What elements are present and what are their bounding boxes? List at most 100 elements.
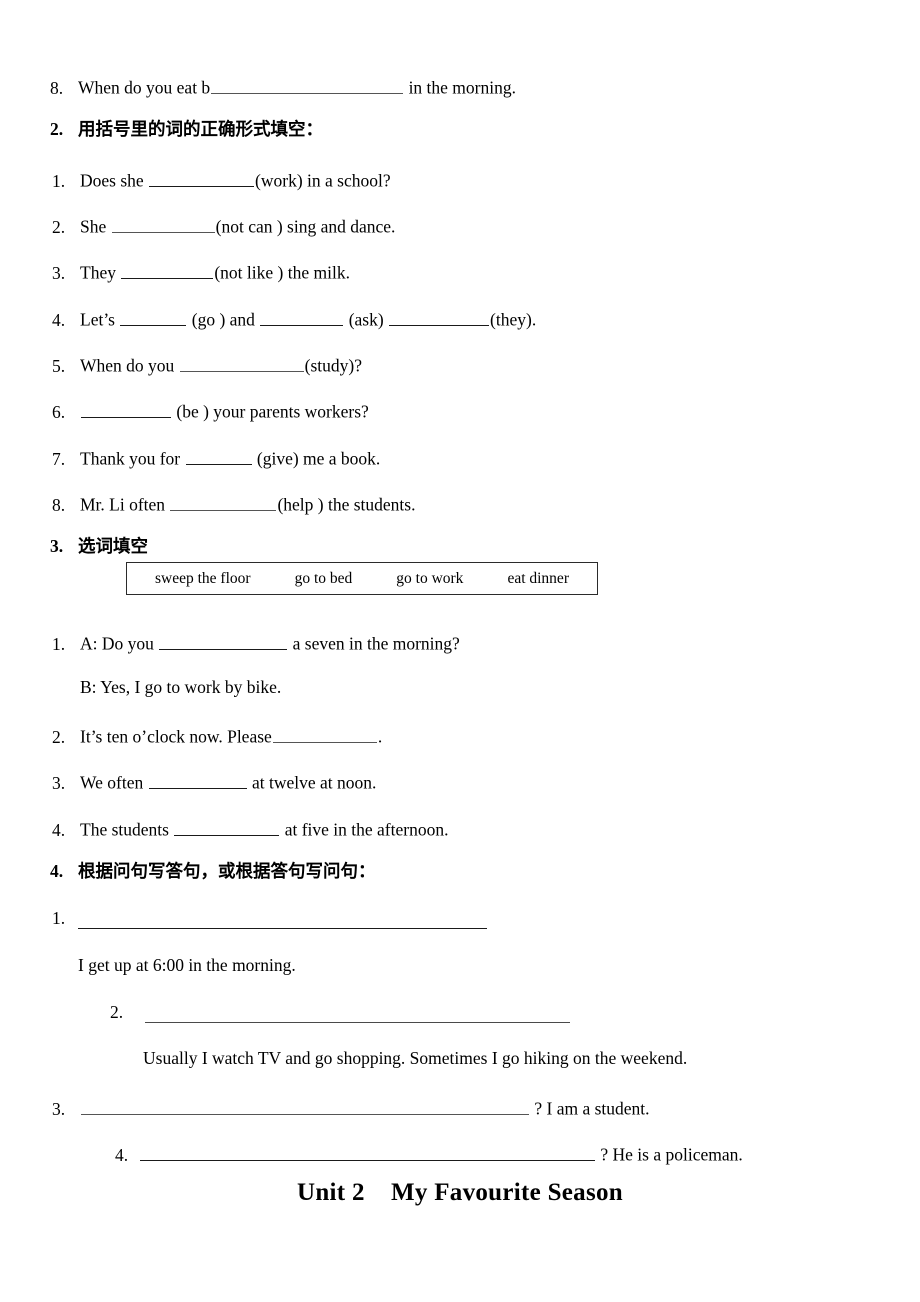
item-number: 4. bbox=[52, 309, 66, 330]
answer-blank[interactable] bbox=[111, 215, 215, 233]
item-text-after: (help ) the students. bbox=[277, 494, 416, 515]
item-text-before: Mr. Li often bbox=[80, 494, 166, 515]
item-text-before: When do you eat b bbox=[78, 77, 211, 98]
item-text-before: A: Do you bbox=[80, 633, 154, 654]
item-text-after: (study)? bbox=[304, 355, 363, 376]
list-item: 3. We often at twelve at noon. bbox=[52, 771, 376, 792]
list-item: 2. It’s ten o’clock now. Please. bbox=[52, 725, 382, 746]
item-text-after: (not can ) sing and dance. bbox=[215, 216, 396, 237]
list-item: 8. Mr. Li often (help ) the students. bbox=[52, 493, 415, 514]
item-number: 3. bbox=[52, 772, 66, 793]
section-title: 根据问句写答句，或根据答句写问句： bbox=[78, 861, 376, 881]
item-text-before: They bbox=[80, 262, 116, 283]
item-text-after: . bbox=[377, 726, 383, 747]
section-number: 2. bbox=[50, 119, 64, 139]
list-item: 1. Does she (work) in a school? bbox=[52, 169, 391, 190]
list-item: 2. She (not can ) sing and dance. bbox=[52, 215, 395, 236]
item-number: 3. bbox=[52, 1098, 66, 1119]
item-text-mid1: (go ) and bbox=[191, 309, 255, 330]
item-text-after: a seven in the morning? bbox=[292, 633, 460, 654]
item-number: 1. bbox=[52, 633, 66, 654]
item-text-before: Let’s bbox=[80, 309, 115, 330]
item-number: 8. bbox=[50, 77, 64, 98]
followup-text: B: Yes, I go to work by bike. bbox=[80, 677, 282, 697]
item-number: 2. bbox=[52, 216, 66, 237]
item-text-after: ? He is a policeman. bbox=[600, 1144, 743, 1165]
answer-rule[interactable] bbox=[145, 1022, 570, 1023]
answer-blank[interactable] bbox=[211, 76, 404, 94]
answer-blank[interactable] bbox=[272, 725, 377, 743]
answer-blank[interactable] bbox=[389, 308, 490, 326]
item-number: 2. bbox=[110, 1002, 124, 1022]
answer-blank[interactable] bbox=[260, 308, 344, 326]
word-bank-option[interactable]: sweep the floor bbox=[155, 570, 251, 588]
item-number: 1. bbox=[52, 170, 66, 191]
item-text-before: Does she bbox=[80, 170, 144, 191]
answer-blank[interactable] bbox=[140, 1143, 595, 1161]
answer-sentence: I get up at 6:00 in the morning. bbox=[78, 955, 296, 975]
item-text-after: (give) me a book. bbox=[256, 448, 381, 469]
list-item: 4. Let’s (go ) and (ask) (they). bbox=[52, 308, 536, 329]
list-item: 1. bbox=[52, 908, 80, 928]
answer-blank[interactable] bbox=[185, 447, 252, 465]
item-text-before: When do you bbox=[80, 355, 175, 376]
section-heading-4: 4. 根据问句写答句，或根据答句写问句： bbox=[50, 861, 376, 881]
item-text-mid2: (ask) bbox=[348, 309, 384, 330]
item-text-after: (be ) your parents workers? bbox=[176, 401, 369, 422]
section-heading-2: 2. 用括号里的词的正确形式填空： bbox=[50, 119, 323, 139]
item-number: 7. bbox=[52, 448, 66, 469]
item-text-after: ? I am a student. bbox=[534, 1098, 650, 1119]
list-item: 4. ? He is a policeman. bbox=[115, 1143, 743, 1164]
word-bank-option[interactable]: eat dinner bbox=[507, 570, 569, 588]
list-item: 1. A: Do you a seven in the morning? bbox=[52, 632, 460, 653]
word-bank-box: sweep the floor go to bed go to work eat… bbox=[126, 562, 598, 595]
item-text-after: in the morning. bbox=[408, 77, 516, 98]
answer-blank[interactable] bbox=[149, 169, 255, 187]
item-text-before: We often bbox=[80, 772, 144, 793]
item-number: 4. bbox=[52, 819, 66, 840]
list-item: 8. When do you eat b in the morning. bbox=[50, 76, 516, 97]
list-item: 2. bbox=[110, 1002, 138, 1022]
section-number: 3. bbox=[50, 536, 64, 556]
item-text-before: She bbox=[80, 216, 107, 237]
item-number: 4. bbox=[115, 1144, 129, 1165]
list-item: 3. They (not like ) the milk. bbox=[52, 261, 350, 282]
list-item: 4. The students at five in the afternoon. bbox=[52, 818, 448, 839]
answer-sentence: Usually I watch TV and go shopping. Some… bbox=[143, 1048, 688, 1068]
answer-blank[interactable] bbox=[148, 771, 247, 789]
answer-blank[interactable] bbox=[81, 1097, 529, 1115]
item-text-after: at twelve at noon. bbox=[251, 772, 377, 793]
list-item: 6. (be ) your parents workers? bbox=[52, 400, 369, 421]
word-bank-option[interactable]: go to bed bbox=[295, 570, 353, 588]
item-text-before: It’s ten o’clock now. Please bbox=[80, 726, 272, 747]
list-item-followup: B: Yes, I go to work by bike. bbox=[80, 677, 282, 697]
item-text-after: (they). bbox=[490, 309, 537, 330]
page-title: Unit 2 My Favourite Season bbox=[296, 1179, 624, 1206]
item-number: 5. bbox=[52, 355, 66, 376]
answer-blank[interactable] bbox=[121, 261, 214, 279]
answer-blank[interactable] bbox=[159, 632, 288, 650]
answer-text: I get up at 6:00 in the morning. bbox=[78, 955, 296, 975]
item-text-before: Thank you for bbox=[80, 448, 181, 469]
item-number: 6. bbox=[52, 401, 66, 422]
list-item: 7. Thank you for (give) me a book. bbox=[52, 447, 380, 468]
worksheet-page: 8. When do you eat b in the morning. 2. 用括… bbox=[0, 0, 920, 1302]
answer-text: Usually I watch TV and go shopping. Some… bbox=[143, 1048, 688, 1068]
item-number: 1. bbox=[52, 908, 66, 928]
list-item: 3. ? I am a student. bbox=[52, 1097, 650, 1118]
answer-blank[interactable] bbox=[170, 493, 277, 511]
section-number: 4. bbox=[50, 861, 64, 881]
answer-rule[interactable] bbox=[78, 928, 487, 929]
answer-blank[interactable] bbox=[174, 818, 280, 836]
list-item: 5. When do you (study)? bbox=[52, 354, 362, 375]
word-bank-option[interactable]: go to work bbox=[396, 570, 463, 588]
item-text-after: at five in the afternoon. bbox=[284, 819, 449, 840]
answer-blank[interactable] bbox=[81, 400, 171, 418]
item-number: 8. bbox=[52, 494, 66, 515]
item-number: 2. bbox=[52, 726, 66, 747]
item-text-after: (work) in a school? bbox=[255, 170, 391, 191]
item-number: 3. bbox=[52, 262, 66, 283]
section-title: 用括号里的词的正确形式填空： bbox=[78, 119, 323, 139]
answer-blank[interactable] bbox=[120, 308, 187, 326]
answer-blank[interactable] bbox=[179, 354, 304, 372]
